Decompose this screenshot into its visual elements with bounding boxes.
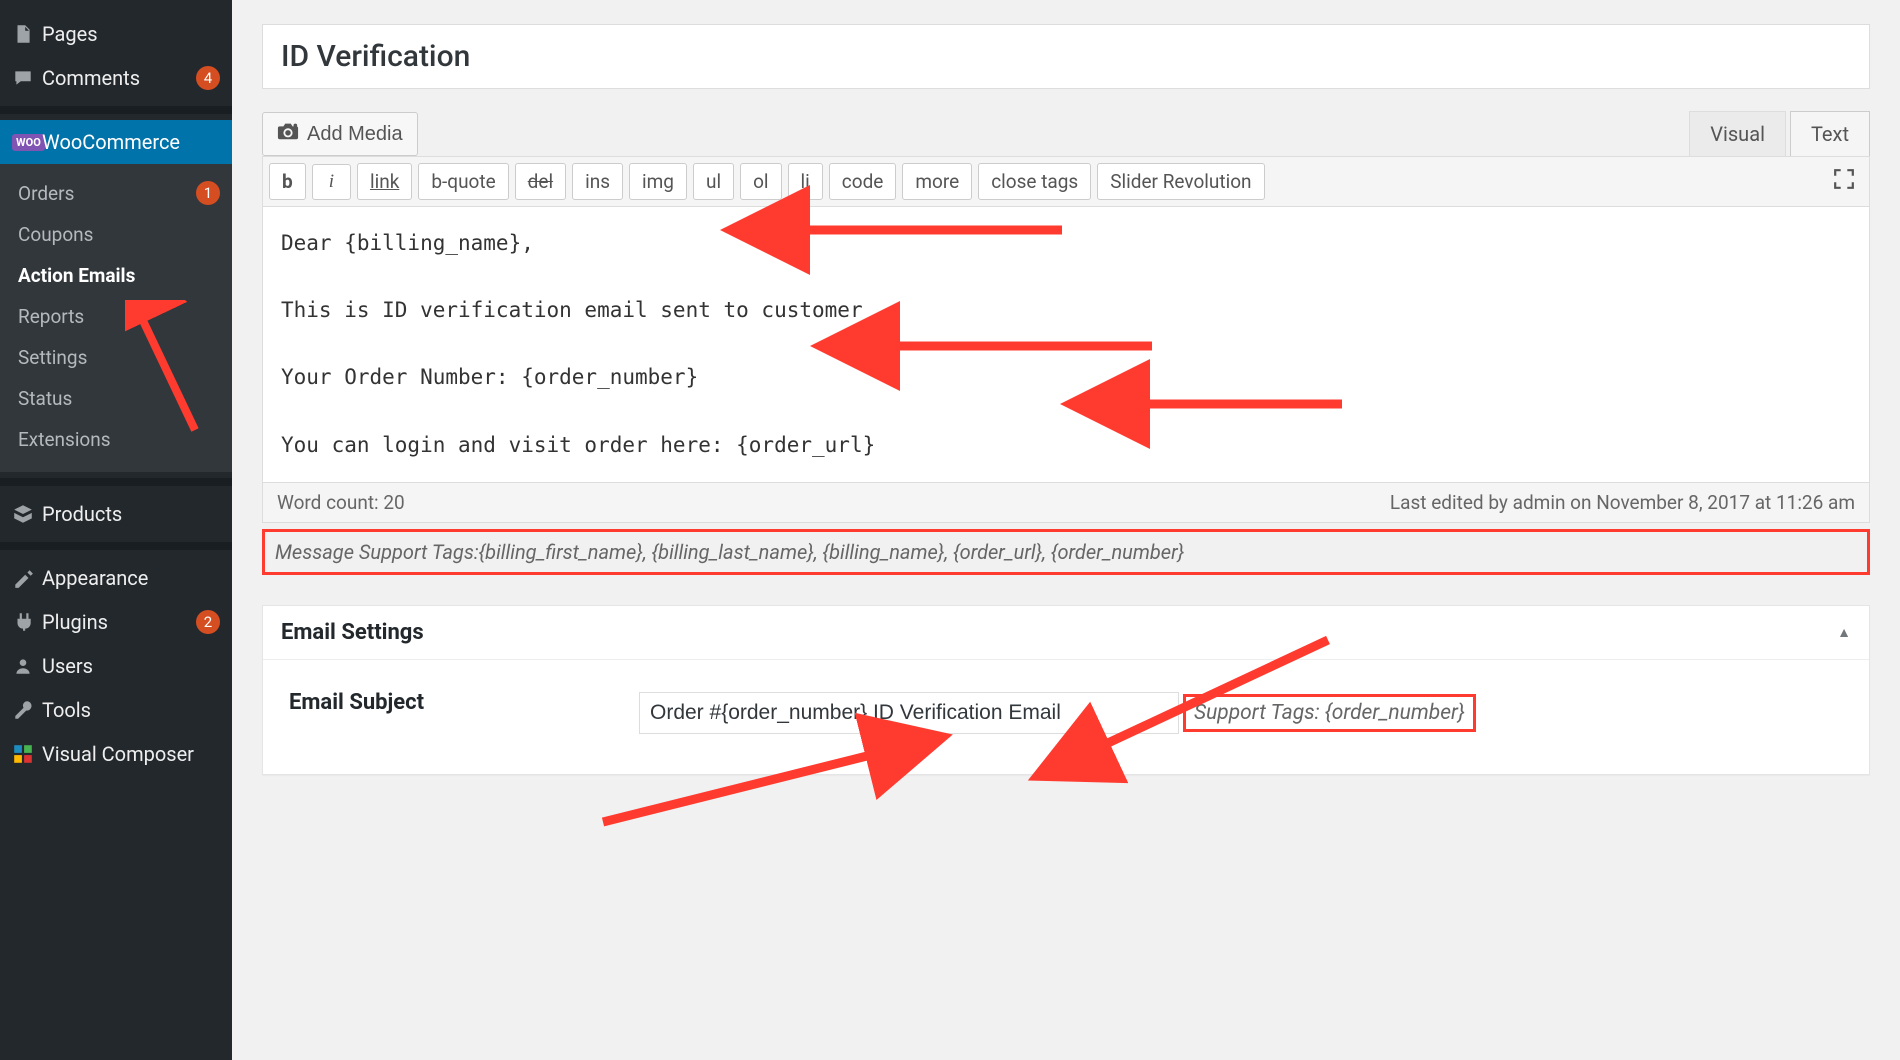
sidebar-item-orders[interactable]: Orders 1 [0,172,232,214]
word-count: Word count: 20 [277,491,405,514]
toolbar-ins-button[interactable]: ins [572,163,623,200]
sidebar-item-products[interactable]: Products [0,492,232,536]
toolbar-li-button[interactable]: li [788,163,823,200]
tab-text[interactable]: Text [1790,111,1870,156]
annotation-arrow-icon [125,300,205,444]
toolbar-more-button[interactable]: more [902,163,972,200]
sidebar-item-label: Comments [42,66,188,90]
sidebar-item-plugins[interactable]: Plugins 2 [0,600,232,644]
email-settings-postbox: Email Settings ▲ Email Subject Support T… [262,605,1870,775]
email-subject-input[interactable] [639,692,1179,734]
camera-icon [277,121,299,147]
main-content: ID Verification Add Media Visual Text b … [232,0,1900,1060]
toolbar-bold-button[interactable]: b [269,163,306,200]
title-input[interactable]: ID Verification [262,24,1870,89]
vc-icon [12,743,42,765]
fullscreen-icon[interactable] [1825,164,1863,200]
toolbar-link-button[interactable]: link [357,163,412,200]
sidebar-item-comments[interactable]: Comments 4 [0,56,232,100]
sidebar-item-woocommerce[interactable]: WOO WooCommerce [0,120,232,164]
postbox-toggle-icon[interactable]: ▲ [1837,624,1851,641]
sidebar-item-pages[interactable]: Pages [0,12,232,56]
menu-separator [0,106,232,114]
message-support-tags: Message Support Tags:{billing_first_name… [262,529,1870,575]
sidebar-item-tools[interactable]: Tools [0,688,232,732]
sidebar-item-visual-composer[interactable]: Visual Composer [0,732,232,776]
menu-separator [0,478,232,486]
comments-count-badge: 4 [196,66,220,90]
woocommerce-icon: WOO [12,134,42,151]
postbox-header: Email Settings ▲ [263,606,1869,660]
toolbar-italic-button[interactable]: i [312,164,351,200]
editor: Add Media Visual Text b i link b-quote d… [262,111,1870,575]
comments-icon [12,67,42,89]
annotation-arrow-icon [593,742,893,836]
toolbar-del-button[interactable]: del [515,163,566,200]
products-icon [12,503,42,525]
last-edited: Last edited by admin on November 8, 2017… [1390,491,1855,514]
toolbar-ul-button[interactable]: ul [693,163,734,200]
admin-sidebar: Pages Comments 4 WOO WooCommerce Orders … [0,0,232,1060]
users-icon [12,655,42,677]
appearance-icon [12,567,42,589]
postbox-title: Email Settings [281,620,424,645]
editor-textarea[interactable]: Dear {billing_name}, This is ID verifica… [262,207,1870,483]
pages-icon [12,23,42,45]
sidebar-item-label: Pages [42,22,220,46]
sidebar-item-appearance[interactable]: Appearance [0,556,232,600]
sidebar-item-coupons[interactable]: Coupons [0,214,232,255]
toolbar-ol-button[interactable]: ol [740,163,781,200]
sidebar-item-action-emails[interactable]: Action Emails [0,255,232,296]
toolbar-code-button[interactable]: code [829,163,897,200]
subject-support-tags: Support Tags: {order_number} [1183,694,1476,732]
orders-count-badge: 1 [196,181,220,205]
email-subject-label: Email Subject [289,682,599,715]
editor-toolbar: b i link b-quote del ins img ul ol li co… [262,156,1870,207]
sidebar-item-users[interactable]: Users [0,644,232,688]
plugins-count-badge: 2 [196,610,220,634]
toolbar-closetags-button[interactable]: close tags [978,163,1091,200]
add-media-button[interactable]: Add Media [262,112,418,156]
tools-icon [12,699,42,721]
plugins-icon [12,611,42,633]
menu-separator [0,542,232,550]
sidebar-item-label: WooCommerce [42,130,220,154]
toolbar-slider-button[interactable]: Slider Revolution [1097,163,1264,200]
toolbar-img-button[interactable]: img [629,163,687,200]
editor-status-bar: Word count: 20 Last edited by admin on N… [262,483,1870,523]
toolbar-bquote-button[interactable]: b-quote [418,163,508,200]
tab-visual[interactable]: Visual [1689,111,1786,156]
